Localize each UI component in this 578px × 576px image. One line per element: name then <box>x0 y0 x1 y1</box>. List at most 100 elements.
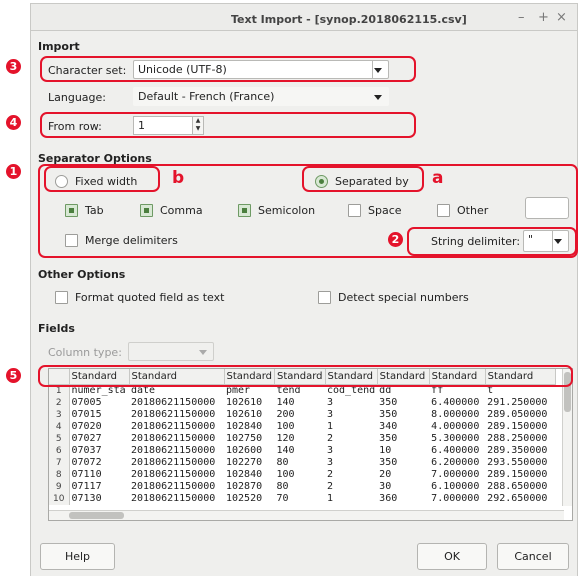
table-cell: 6.400000 <box>431 445 480 456</box>
table-cell: 80 <box>276 457 289 468</box>
chevron-down-icon <box>374 68 382 73</box>
detect-special-checkbox[interactable] <box>318 291 331 304</box>
table-cell: 100 <box>276 469 295 480</box>
row-number: 3 <box>49 409 70 421</box>
table-cell: 3 <box>327 409 334 420</box>
close-button[interactable]: × <box>556 10 567 25</box>
other-checkbox[interactable] <box>437 204 450 217</box>
chevron-down-icon <box>199 350 207 355</box>
maximize-button[interactable]: + <box>538 10 549 25</box>
table-row[interactable]: 1 numer_sta date pmer tend cod_tend dd ff t <box>49 384 555 397</box>
table-cell: 20180621150000 <box>131 397 216 408</box>
from-row-input[interactable]: 1 <box>133 116 193 135</box>
fixed-width-label: Fixed width <box>75 175 138 188</box>
column-header[interactable]: Standard <box>69 369 130 385</box>
table-cell: 30 <box>379 481 392 492</box>
table-cell: 3 <box>327 457 334 468</box>
table-row[interactable]: 4 07020 20180621150000 102840 100 1 340 4.00000… <box>49 421 555 433</box>
merge-delimiters-label: Merge delimiters <box>85 234 178 247</box>
table-cell: 102600 <box>226 445 263 456</box>
table-cell: 20180621150000 <box>131 445 216 456</box>
language-select[interactable]: Default - French (France) <box>133 87 389 106</box>
table-cell: 293.550000 <box>487 457 548 468</box>
annotation-badge-2: 2 <box>388 232 403 247</box>
minimize-button[interactable]: – <box>518 10 525 25</box>
row-number: 6 <box>49 445 70 457</box>
table-cell: 102840 <box>226 469 263 480</box>
annotation-badge-4: 4 <box>6 115 21 130</box>
table-cell: 07005 <box>71 397 102 408</box>
space-checkbox[interactable] <box>348 204 361 217</box>
table-cell: numer_sta <box>71 385 126 396</box>
language-value: Default - French (France) <box>138 90 275 103</box>
help-button[interactable]: Help <box>40 543 115 570</box>
tab-checkbox[interactable] <box>65 204 78 217</box>
table-cell: 07072 <box>71 457 102 468</box>
table-row[interactable]: 7 07072 20180621150000 102270 80 3 350 6.200000… <box>49 457 555 469</box>
table-cell: pmer <box>226 385 251 396</box>
from-row-stepper[interactable]: ▲ ▼ <box>192 116 204 135</box>
column-header[interactable]: Standard <box>224 369 275 385</box>
column-header[interactable]: Standard <box>129 369 225 385</box>
cancel-button[interactable]: Cancel <box>497 543 569 570</box>
comma-label: Comma <box>160 204 203 217</box>
table-cell: 3 <box>327 445 334 456</box>
table-row[interactable]: 6 07037 20180621150000 102600 140 3 10 6.400000… <box>49 445 555 457</box>
table-cell: 2 <box>327 433 334 444</box>
separated-by-radio[interactable] <box>315 175 328 188</box>
table-cell: 4.000000 <box>431 421 480 432</box>
column-header[interactable]: Standard <box>325 369 378 385</box>
scroll-thumb[interactable] <box>564 372 571 412</box>
column-header[interactable]: Standard <box>429 369 486 385</box>
table-cell: 8.000000 <box>431 409 480 420</box>
separated-by-label: Separated by <box>335 175 409 188</box>
other-separator-input[interactable] <box>525 197 569 219</box>
table-cell: 350 <box>379 433 398 444</box>
column-header[interactable]: Standard <box>377 369 430 385</box>
merge-delimiters-checkbox[interactable] <box>65 234 78 247</box>
comma-checkbox[interactable] <box>140 204 153 217</box>
charset-label: Character set: <box>48 64 127 77</box>
row-number: 2 <box>49 397 70 409</box>
table-cell: 07117 <box>71 481 102 492</box>
tab-label: Tab <box>85 204 104 217</box>
table-cell: 7.000000 <box>431 469 480 480</box>
table-cell: 5.300000 <box>431 433 480 444</box>
fields-preview-grid[interactable]: Standard Standard Standard Standard Stan… <box>48 368 573 521</box>
table-cell: 6.200000 <box>431 457 480 468</box>
string-delimiter-select[interactable]: " <box>523 230 569 252</box>
vertical-scrollbar[interactable] <box>562 369 572 506</box>
table-cell: 2 <box>327 469 334 480</box>
row-number: 10 <box>49 493 70 505</box>
table-cell: 140 <box>276 397 295 408</box>
table-cell: 6.400000 <box>431 397 480 408</box>
table-cell: 102610 <box>226 397 263 408</box>
table-cell: cod_tend <box>327 385 376 396</box>
table-cell: 102750 <box>226 433 263 444</box>
table-cell: 07110 <box>71 469 102 480</box>
table-cell: 102270 <box>226 457 263 468</box>
ok-button[interactable]: OK <box>417 543 487 570</box>
table-row[interactable]: 2 07005 20180621150000 102610 140 3 350 6.40000… <box>49 397 555 409</box>
column-header[interactable]: Standard <box>485 369 556 385</box>
title-bar[interactable]: Text Import - [synop.2018062115.csv] – +… <box>30 3 578 31</box>
horizontal-scrollbar[interactable] <box>49 510 564 520</box>
semicolon-checkbox[interactable] <box>238 204 251 217</box>
table-row[interactable]: 8 07110 20180621150000 102840 100 2 20 7.000000… <box>49 469 555 481</box>
format-quoted-checkbox[interactable] <box>55 291 68 304</box>
column-header[interactable]: Standard <box>274 369 326 385</box>
grid-corner[interactable] <box>49 369 70 385</box>
table-cell: tend <box>276 385 301 396</box>
charset-select[interactable]: Unicode (UTF-8) <box>133 60 389 79</box>
fixed-width-radio[interactable] <box>55 175 68 188</box>
annotation-badge-1: 1 <box>6 164 21 179</box>
string-delimiter-label: String delimiter: <box>431 235 521 248</box>
scroll-thumb[interactable] <box>69 512 124 519</box>
other-label: Other <box>457 204 489 217</box>
table-row[interactable]: 10 07130 20180621150000 102520 70 1 360 7.00000… <box>49 493 555 505</box>
table-row[interactable]: 9 07117 20180621150000 102870 80 2 30 6.100000 2… <box>49 481 555 493</box>
table-cell: 70 <box>276 493 289 504</box>
table-row[interactable]: 3 07015 20180621150000 102610 200 3 350 8.00000… <box>49 409 555 421</box>
column-type-select[interactable] <box>128 342 214 361</box>
table-row[interactable]: 5 07027 20180621150000 102750 120 2 350 5.30000… <box>49 433 555 445</box>
